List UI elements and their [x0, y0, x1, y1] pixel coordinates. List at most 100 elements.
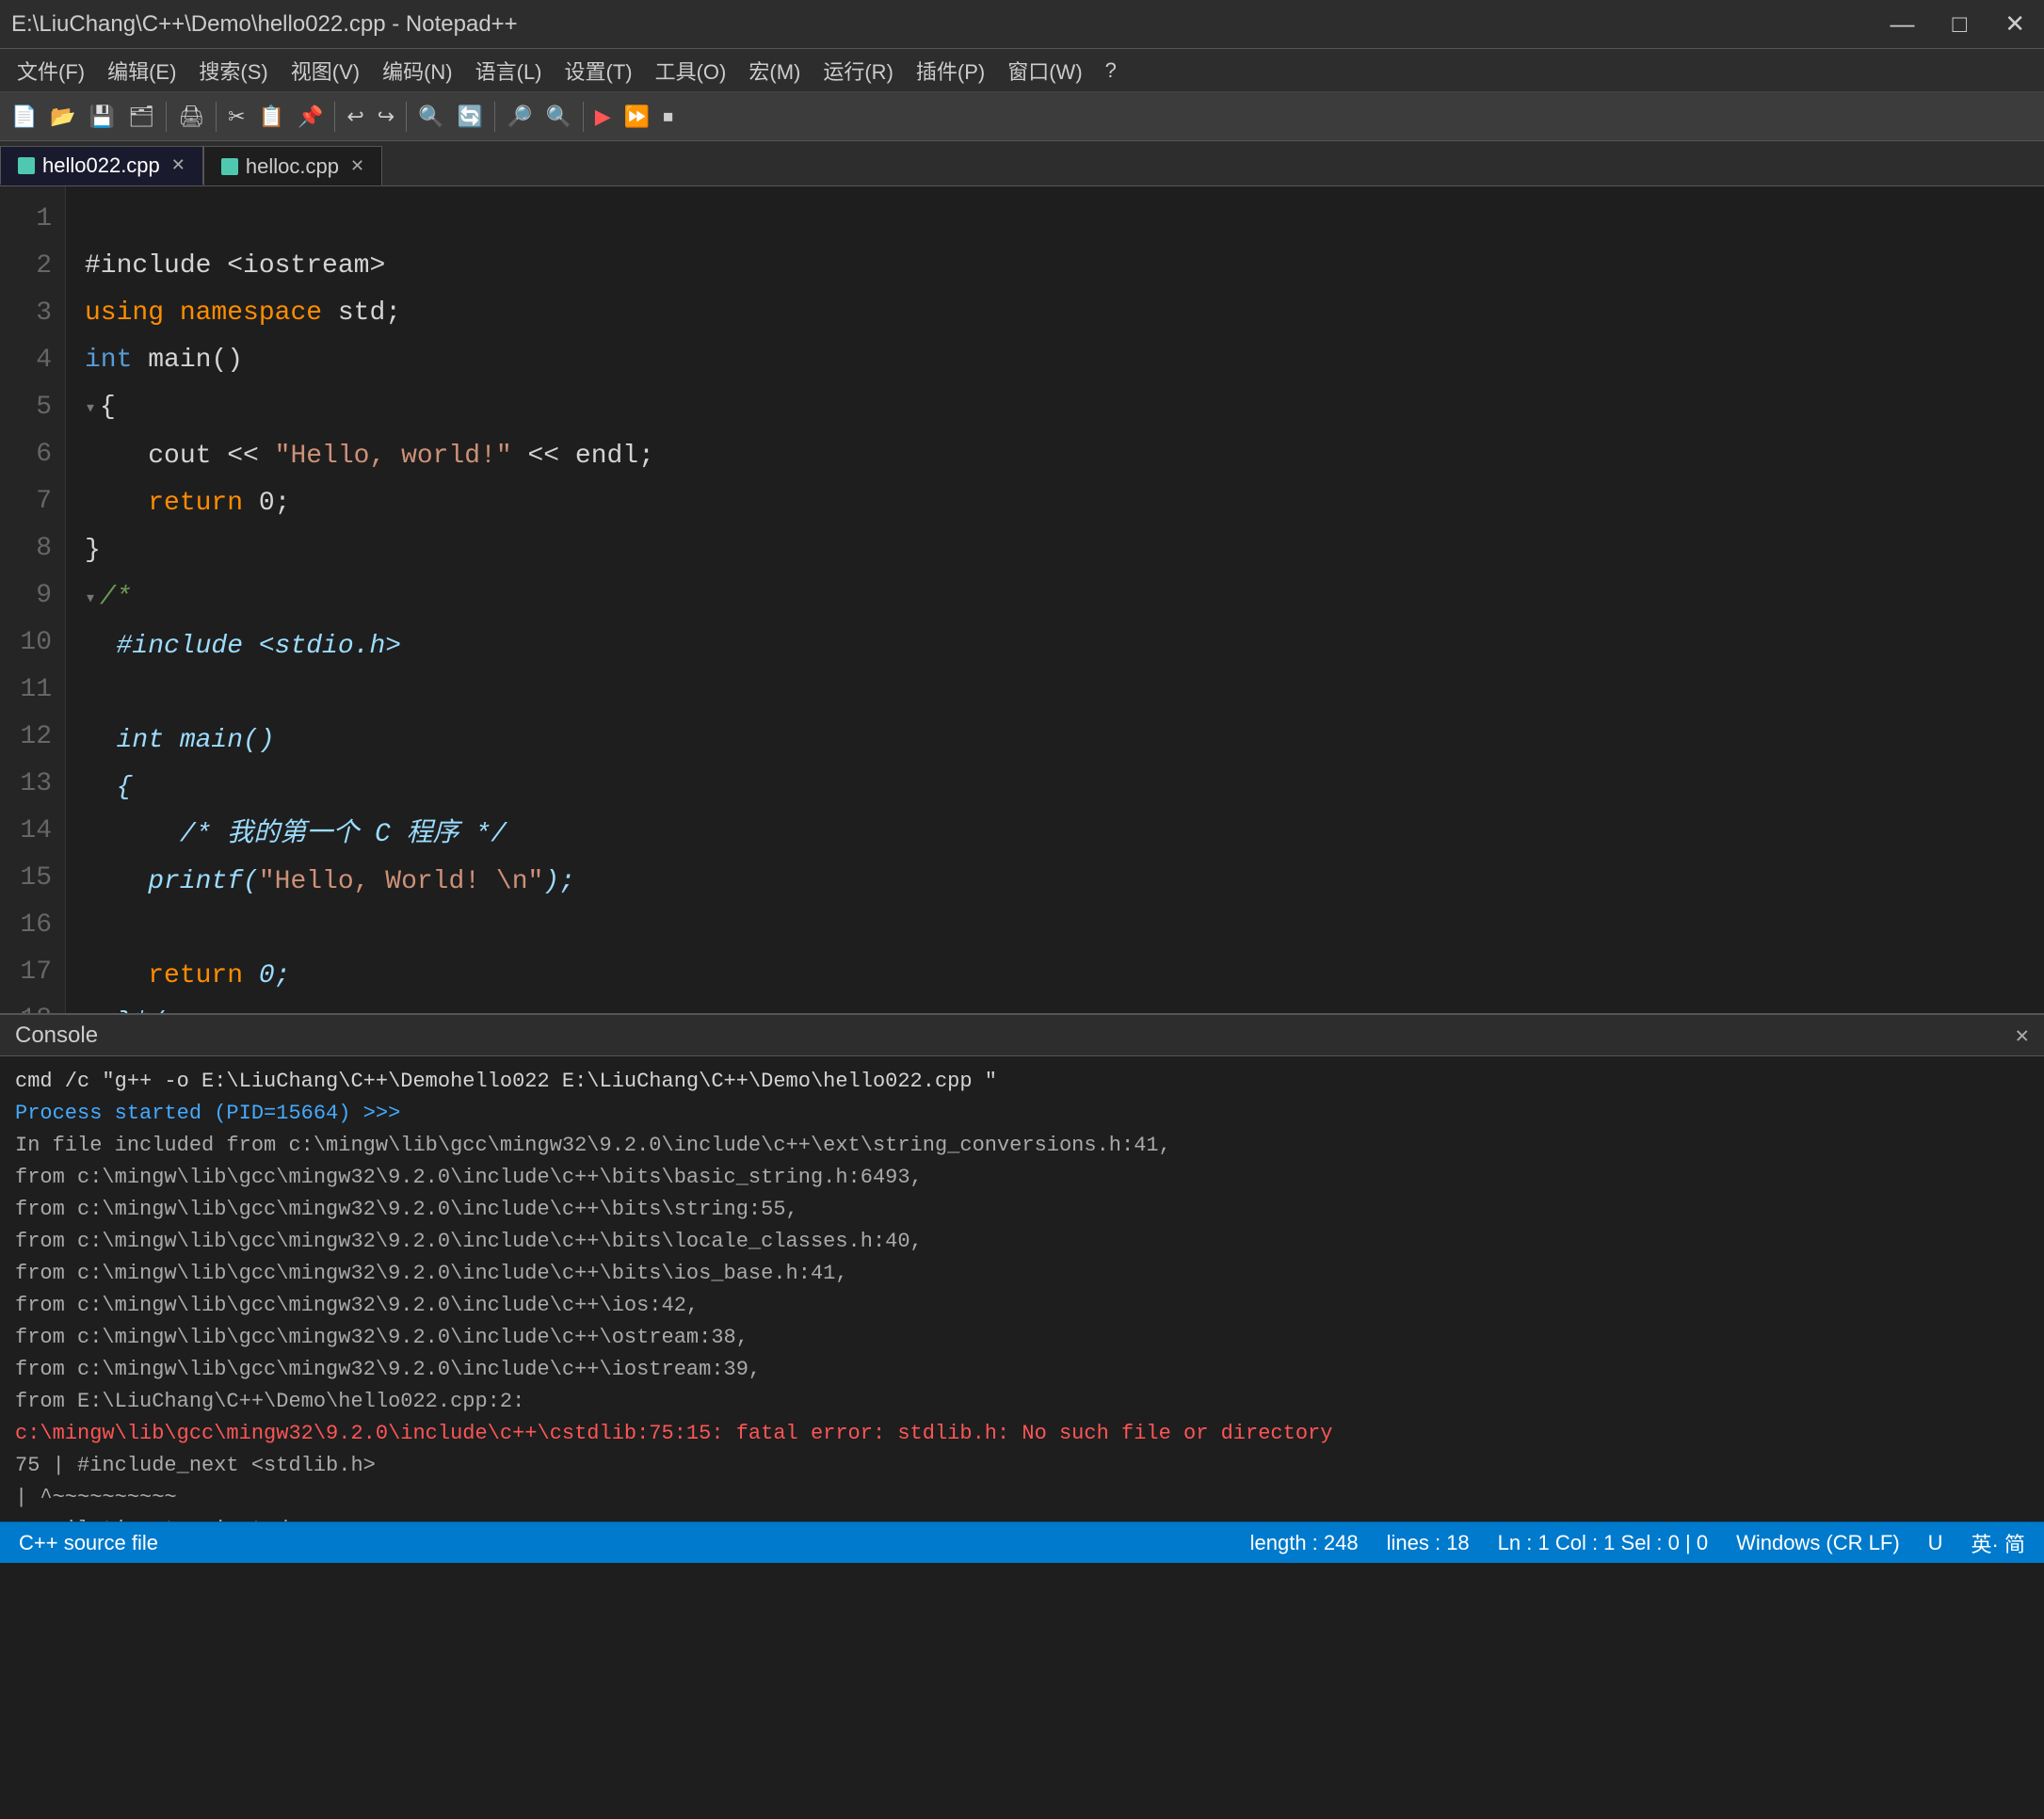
status-filetype: C++ source file: [19, 1531, 158, 1555]
tab-icon-1: [18, 157, 35, 174]
tab-hello022[interactable]: hello022.cpp ✕: [0, 146, 203, 185]
console-container: Console ✕ cmd /c "g++ -o E:\LiuChang\C++…: [0, 1013, 2044, 1521]
toolbar-sep5: [494, 102, 495, 132]
titlebar-title: E:\LiuChang\C++\Demo\hello022.cpp - Note…: [11, 11, 518, 38]
console-line-6: from c:\mingw\lib\gcc\mingw32\9.2.0\incl…: [15, 1258, 2029, 1290]
console-output: cmd /c "g++ -o E:\LiuChang\C++\Demohello…: [0, 1056, 2044, 1521]
menu-item-e[interactable]: 编辑(E): [98, 52, 185, 89]
titlebar: E:\LiuChang\C++\Demo\hello022.cpp - Note…: [0, 0, 2044, 49]
code-line-18: }*/: [85, 1000, 2025, 1013]
toolbar-save[interactable]: 💾: [84, 101, 121, 133]
console-line-9: from c:\mingw\lib\gcc\mingw32\9.2.0\incl…: [15, 1354, 2029, 1386]
toolbar-zoomout[interactable]: 🔍: [539, 101, 576, 133]
status-length: length : 248: [1250, 1531, 1359, 1555]
toolbar-undo[interactable]: ↩: [341, 101, 369, 133]
console-header: Console ✕: [0, 1015, 2044, 1056]
console-line-2: In file included from c:\mingw\lib\gcc\m…: [15, 1130, 2029, 1162]
toolbar-stop[interactable]: ⏹: [657, 101, 679, 133]
menu-item-m[interactable]: 宏(M): [739, 52, 810, 89]
statusbar: C++ source file length : 248 lines : 18 …: [0, 1521, 2044, 1563]
toolbar: 📄 📂 💾 🗂 🖨 ✂ 📋 📌 ↩ ↪ 🔍 🔄 🔎 🔍 ▶ ⏩ ⏹: [0, 92, 2044, 141]
code-line-15: printf("Hello, World! \n");: [85, 859, 2025, 906]
toolbar-sep3: [334, 102, 335, 132]
menu-item-[interactable]: ?: [1096, 55, 1126, 87]
titlebar-controls: — □ ✕: [1882, 6, 2033, 42]
code-line-4: int main(): [85, 337, 2025, 384]
code-content[interactable]: #include <iostream> using namespace std;…: [66, 186, 2044, 1013]
menu-item-l[interactable]: 语言(L): [466, 52, 552, 89]
menu-item-r[interactable]: 运行(R): [813, 52, 903, 89]
console-line-12: 75 | #include_next <stdlib.h>: [15, 1450, 2029, 1482]
toolbar-runall[interactable]: ⏩: [619, 101, 655, 133]
menu-item-p[interactable]: 插件(P): [907, 52, 994, 89]
status-charset: U: [1928, 1531, 1943, 1555]
menu-item-f[interactable]: 文件(F): [8, 52, 94, 89]
code-line-1: [85, 196, 2025, 243]
status-ime: 英· 简: [1972, 1528, 2025, 1558]
menu-item-n[interactable]: 编码(N): [373, 52, 462, 89]
console-line-13: | ^~~~~~~~~~~: [15, 1482, 2029, 1514]
status-right: length : 248 lines : 18 Ln : 1 Col : 1 S…: [1250, 1528, 2025, 1558]
toolbar-find[interactable]: 🔍: [412, 101, 449, 133]
console-line-0: cmd /c "g++ -o E:\LiuChang\C++\Demohello…: [15, 1066, 2029, 1098]
code-line-10: #include <stdio.h>: [85, 623, 2025, 670]
status-left: C++ source file: [19, 1531, 158, 1555]
code-line-6: cout << "Hello, world!" << endl;: [85, 433, 2025, 480]
console-line-10: from E:\LiuChang\C++\Demo\hello022.cpp:2…: [15, 1386, 2029, 1418]
editor-area: 1 2 3 4 5 6 7 8 9 10 11 12 13 14 15 16 1…: [0, 186, 2044, 1013]
console-line-4: from c:\mingw\lib\gcc\mingw32\9.2.0\incl…: [15, 1194, 2029, 1226]
toolbar-paste[interactable]: 📌: [292, 101, 329, 133]
code-line-9: ▾/*: [85, 574, 2025, 623]
toolbar-open[interactable]: 📂: [44, 101, 81, 133]
maximize-button[interactable]: □: [1944, 6, 1974, 42]
toolbar-new[interactable]: 📄: [6, 101, 42, 133]
toolbar-saveall[interactable]: 🗂: [122, 101, 160, 133]
tab-helloc[interactable]: helloc.cpp ✕: [203, 146, 382, 185]
console-line-14: compilation terminated.: [15, 1514, 2029, 1521]
menubar: 文件(F)编辑(E)搜索(S)视图(V)编码(N)语言(L)设置(T)工具(O)…: [0, 49, 2044, 92]
menu-item-t[interactable]: 设置(T): [555, 52, 642, 89]
tab-close-2[interactable]: ✕: [350, 156, 364, 176]
console-line-11: c:\mingw\lib\gcc\mingw32\9.2.0\include\c…: [15, 1418, 2029, 1450]
code-line-3: using namespace std;: [85, 290, 2025, 337]
code-line-7: return 0;: [85, 480, 2025, 527]
menu-item-s[interactable]: 搜索(S): [189, 52, 277, 89]
status-lines: lines : 18: [1387, 1531, 1470, 1555]
console-close-button[interactable]: ✕: [2016, 1022, 2029, 1050]
toolbar-redo[interactable]: ↪: [372, 101, 400, 133]
tabbar: hello022.cpp ✕ helloc.cpp ✕: [0, 141, 2044, 186]
line-numbers: 1 2 3 4 5 6 7 8 9 10 11 12 13 14 15 16 1…: [0, 186, 66, 1013]
toolbar-zoomin[interactable]: 🔎: [501, 101, 538, 133]
code-line-13: {: [85, 765, 2025, 812]
console-title: Console: [15, 1022, 98, 1049]
tab-icon-2: [221, 158, 238, 175]
toolbar-sep6: [583, 102, 584, 132]
code-line-8: }: [85, 527, 2025, 574]
menu-item-o[interactable]: 工具(O): [646, 52, 736, 89]
toolbar-copy[interactable]: 📋: [253, 101, 290, 133]
menu-item-v[interactable]: 视图(V): [282, 52, 369, 89]
tab-label-2: helloc.cpp: [246, 154, 339, 179]
status-cursor: Ln : 1 Col : 1 Sel : 0 | 0: [1498, 1531, 1708, 1555]
console-line-8: from c:\mingw\lib\gcc\mingw32\9.2.0\incl…: [15, 1322, 2029, 1354]
toolbar-sep1: [166, 102, 167, 132]
code-line-11: [85, 670, 2025, 717]
minimize-button[interactable]: —: [1882, 6, 1922, 42]
toolbar-sep4: [406, 102, 407, 132]
tab-close-1[interactable]: ✕: [171, 155, 185, 175]
code-line-17: return 0;: [85, 953, 2025, 1000]
code-line-16: [85, 906, 2025, 953]
console-line-1: Process started (PID=15664) >>>: [15, 1098, 2029, 1130]
code-line-5: ▾{: [85, 384, 2025, 433]
console-line-3: from c:\mingw\lib\gcc\mingw32\9.2.0\incl…: [15, 1162, 2029, 1194]
status-encoding: Windows (CR LF): [1736, 1531, 1900, 1555]
toolbar-print[interactable]: 🖨: [172, 101, 210, 133]
code-line-2: #include <iostream>: [85, 243, 2025, 290]
menu-item-w[interactable]: 窗口(W): [998, 52, 1091, 89]
toolbar-replace[interactable]: 🔄: [452, 101, 489, 133]
close-button[interactable]: ✕: [1997, 6, 2033, 42]
console-line-7: from c:\mingw\lib\gcc\mingw32\9.2.0\incl…: [15, 1290, 2029, 1322]
toolbar-sep2: [216, 102, 217, 132]
toolbar-run[interactable]: ▶: [589, 101, 617, 133]
toolbar-cut[interactable]: ✂: [222, 101, 250, 133]
